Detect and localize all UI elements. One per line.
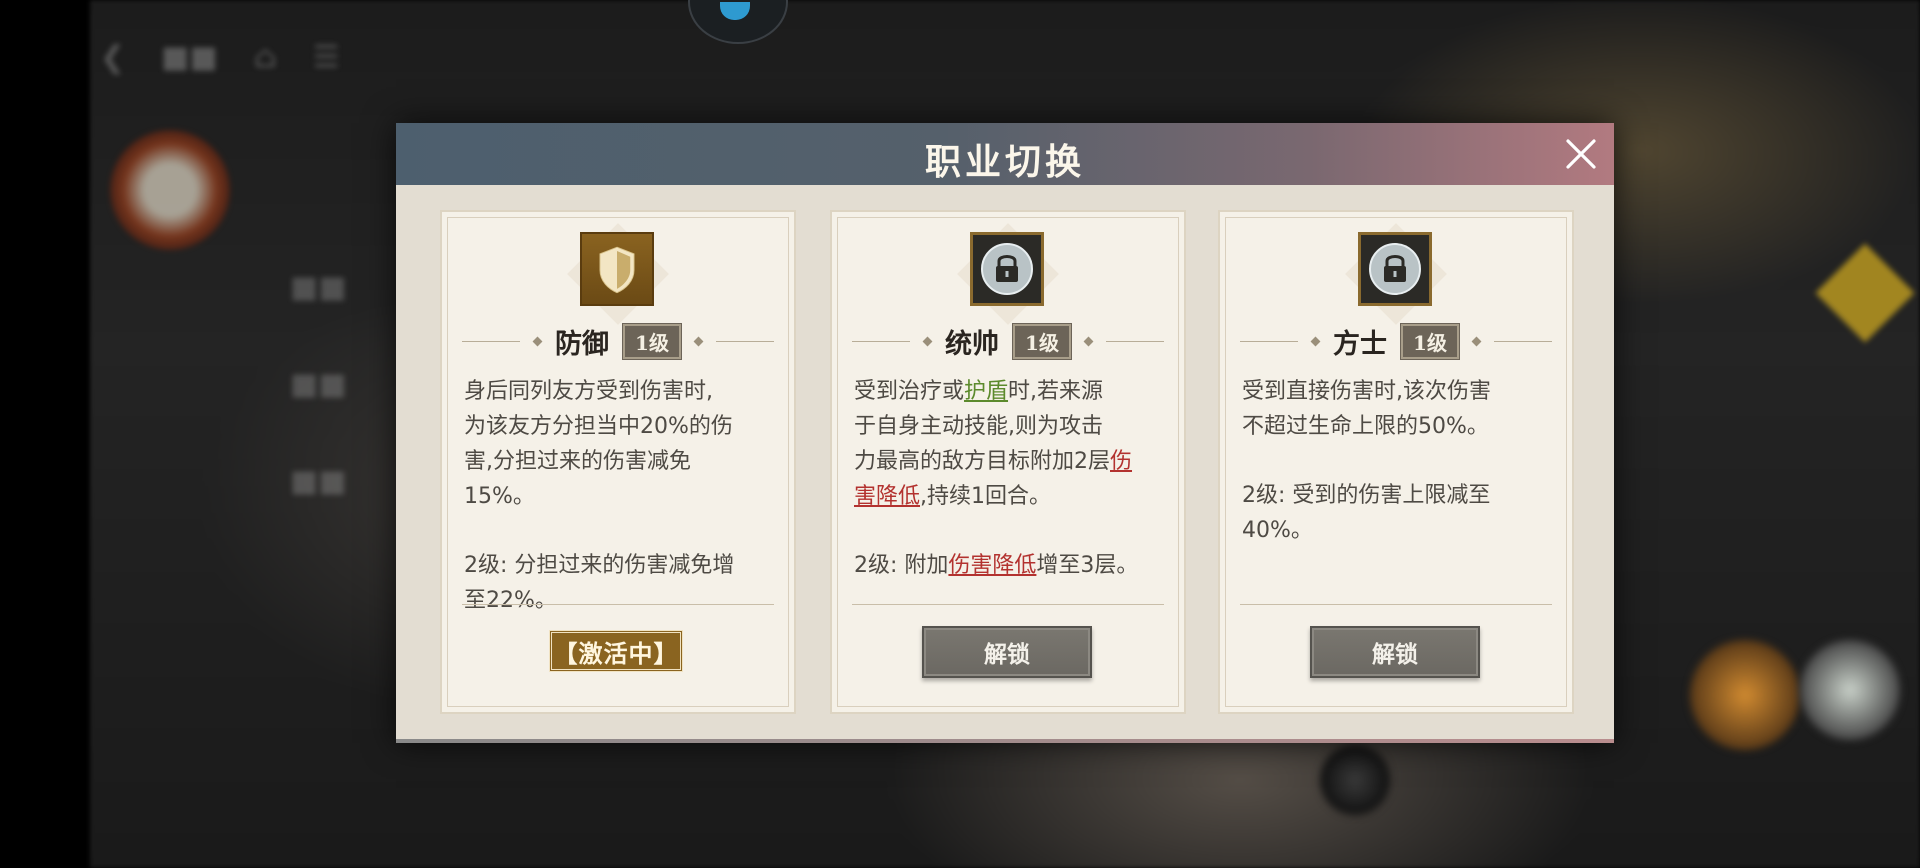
desc-line: 15%。: [464, 484, 535, 509]
dot-icon: [532, 336, 543, 346]
dialog-header: 职业切换: [396, 123, 1614, 185]
background-avatar: [110, 130, 230, 250]
desc-line: 力最高的敌方目标附加2层伤: [854, 444, 1164, 479]
damage-reduction-keyword-link[interactable]: 害降低: [854, 484, 920, 509]
divider-line: [1240, 340, 1299, 342]
upgrade-line: 40%。: [1242, 518, 1313, 543]
unlock-button[interactable]: 解锁: [922, 626, 1092, 678]
class-name-row: 统帅 1级: [832, 322, 1184, 360]
upgrade-line: 2级: 受到的伤害上限减至: [1242, 483, 1491, 508]
dot-icon: [1471, 336, 1482, 346]
lock-icon: [970, 232, 1044, 306]
upgrade-line: 至22%。: [464, 588, 557, 613]
class-name: 防御: [555, 328, 610, 360]
dot-icon: [1083, 336, 1094, 346]
class-switch-dialog: 职业切换 防御 1级 身后同列友方受到伤害时, 为该友方分担当中20%的伤 害,…: [396, 123, 1614, 743]
menu-icon: ☰: [312, 40, 340, 75]
divider-line: [462, 340, 521, 342]
divider-line: [1493, 340, 1552, 342]
class-description: 受到治疗或护盾时,若来源 于自身主动技能,则为攻击 力最高的敌方目标附加2层伤 …: [854, 374, 1164, 583]
shield-icon: [580, 232, 654, 306]
background-item-icon: [1690, 640, 1800, 750]
card-divider: [462, 604, 774, 605]
class-card-mystic[interactable]: 方士 1级 受到直接伤害时,该次伤害 不超过生命上限的50%。 2级: 受到的伤…: [1218, 210, 1574, 714]
card-divider: [852, 604, 1164, 605]
desc-text: 时,若来源: [1008, 379, 1104, 404]
level-badge: 1级: [622, 322, 682, 360]
class-name: 方士: [1333, 328, 1388, 360]
class-name-row: 防御 1级: [442, 322, 794, 360]
class-card-commander[interactable]: 统帅 1级 受到治疗或护盾时,若来源 于自身主动技能,则为攻击 力最高的敌方目标…: [830, 210, 1186, 714]
desc-line: 不超过生命上限的50%。: [1242, 414, 1489, 439]
background-side-menu: ■■ ■■ ■■: [290, 270, 347, 499]
shield-keyword-link[interactable]: 护盾: [964, 379, 1008, 404]
dialog-title: 职业切换: [924, 141, 1085, 183]
class-name: 统帅: [945, 328, 1000, 360]
desc-line: 受到治疗或护盾时,若来源: [854, 374, 1164, 409]
desc-text: 增至3层。: [1036, 553, 1139, 578]
level-badge: 1级: [1012, 322, 1072, 360]
side-blur-3: ■■: [290, 464, 347, 499]
home-icon: ⌂: [253, 40, 277, 75]
dot-icon: [922, 336, 933, 346]
desc-line: 身后同列友方受到伤害时,: [464, 379, 713, 404]
level-badge: 1级: [1400, 322, 1460, 360]
class-name-row: 方士 1级: [1220, 322, 1572, 360]
background-nav: ❮ ■■ ⌂ ☰: [100, 40, 340, 80]
desc-line: 受到直接伤害时,该次伤害: [1242, 379, 1491, 404]
active-status-badge: 【激活中】: [549, 630, 683, 672]
damage-reduction-keyword-link[interactable]: 伤害降低: [948, 553, 1036, 578]
back-arrow-icon: ❮: [100, 40, 126, 75]
class-description: 身后同列友方受到伤害时, 为该友方分担当中20%的伤 害,分担过来的伤害减免 1…: [464, 374, 774, 618]
desc-text: ,持续1回合。: [920, 484, 1052, 509]
upgrade-line: 2级: 分担过来的伤害减免增: [464, 553, 735, 578]
dialog-bottom-edge: [396, 739, 1614, 743]
close-icon: [1566, 139, 1596, 169]
upgrade-line: 2级: 附加伤害降低增至3层。: [854, 548, 1164, 583]
desc-line: 害,分担过来的伤害减免: [464, 449, 691, 474]
background-item-icon: [1800, 640, 1900, 740]
lock-icon: [1358, 232, 1432, 306]
side-blur-1: ■■: [290, 270, 347, 305]
dot-icon: [1310, 336, 1321, 346]
side-blur-2: ■■: [290, 367, 347, 402]
desc-text: 2级: 附加: [854, 553, 949, 578]
unlock-button[interactable]: 解锁: [1310, 626, 1480, 678]
desc-text: 受到治疗或: [854, 379, 965, 404]
desc-line: 害降低,持续1回合。: [854, 479, 1164, 514]
card-divider: [1240, 604, 1552, 605]
background-nav-blur: ■■: [161, 40, 218, 75]
desc-text: 力最高的敌方目标附加2层: [854, 449, 1110, 474]
divider-line: [715, 340, 774, 342]
class-description: 受到直接伤害时,该次伤害 不超过生命上限的50%。 2级: 受到的伤害上限减至 …: [1242, 374, 1552, 548]
class-card-defense[interactable]: 防御 1级 身后同列友方受到伤害时, 为该友方分担当中20%的伤 害,分担过来的…: [440, 210, 796, 714]
background-button-icon: [1320, 745, 1390, 815]
close-button[interactable]: [1562, 135, 1600, 173]
dot-icon: [693, 336, 704, 346]
desc-line: 为该友方分担当中20%的伤: [464, 414, 733, 439]
damage-reduction-keyword-link[interactable]: 伤: [1110, 449, 1132, 474]
divider-line: [852, 340, 911, 342]
divider-line: [1105, 340, 1164, 342]
desc-line: 于自身主动技能,则为攻击: [854, 414, 1103, 439]
